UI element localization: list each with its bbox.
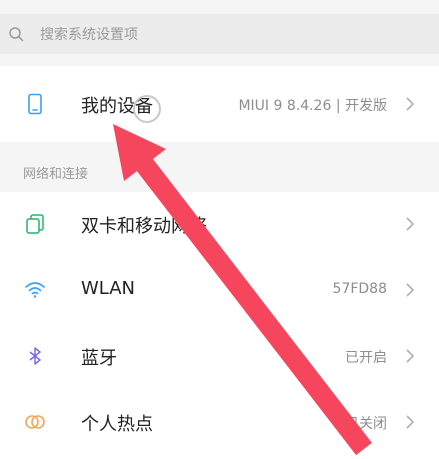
dual-sim-row[interactable]: 双卡和移动网络: [0, 192, 439, 256]
network-card: 双卡和移动网络 WLAN 57FD88 蓝牙 已开启 个人热点 已关闭: [0, 192, 439, 459]
chevron-right-icon: [406, 217, 415, 231]
wlan-title: WLAN: [81, 278, 136, 299]
search-field[interactable]: 搜索系统设置项: [0, 14, 439, 54]
bluetooth-row[interactable]: 蓝牙 已开启: [0, 324, 439, 388]
hotspot-title: 个人热点: [81, 414, 153, 435]
search-placeholder: 搜索系统设置项: [40, 27, 138, 43]
wlan-row[interactable]: WLAN 57FD88: [0, 258, 439, 322]
bluetooth-icon: [29, 347, 41, 365]
hotspot-icon: [25, 415, 45, 429]
hotspot-status: 已关闭: [345, 416, 387, 432]
chevron-right-icon: [406, 97, 415, 111]
my-device-version: MIUI 9 8.4.26 | 开发版: [238, 98, 387, 114]
device-card: 我的设备 MIUI 9 8.4.26 | 开发版: [0, 66, 439, 142]
dual-sim-title: 双卡和移动网络: [81, 216, 207, 237]
touch-indicator: [133, 95, 161, 123]
chevron-right-icon: [406, 349, 415, 363]
my-device-row[interactable]: 我的设备 MIUI 9 8.4.26 | 开发版: [0, 72, 439, 136]
wlan-value: 57FD88: [332, 281, 387, 297]
search-icon: [9, 27, 24, 42]
hotspot-row[interactable]: 个人热点 已关闭: [0, 390, 439, 454]
phone-icon: [28, 93, 42, 115]
chevron-right-icon: [406, 283, 415, 297]
bluetooth-status: 已开启: [345, 350, 387, 366]
bluetooth-title: 蓝牙: [81, 348, 117, 369]
wifi-icon: [25, 282, 45, 298]
search-bar: 搜索系统设置项: [0, 0, 439, 66]
dual-sim-icon: [26, 214, 44, 234]
chevron-right-icon: [406, 415, 415, 429]
section-network-label: 网络和连接: [23, 167, 89, 182]
